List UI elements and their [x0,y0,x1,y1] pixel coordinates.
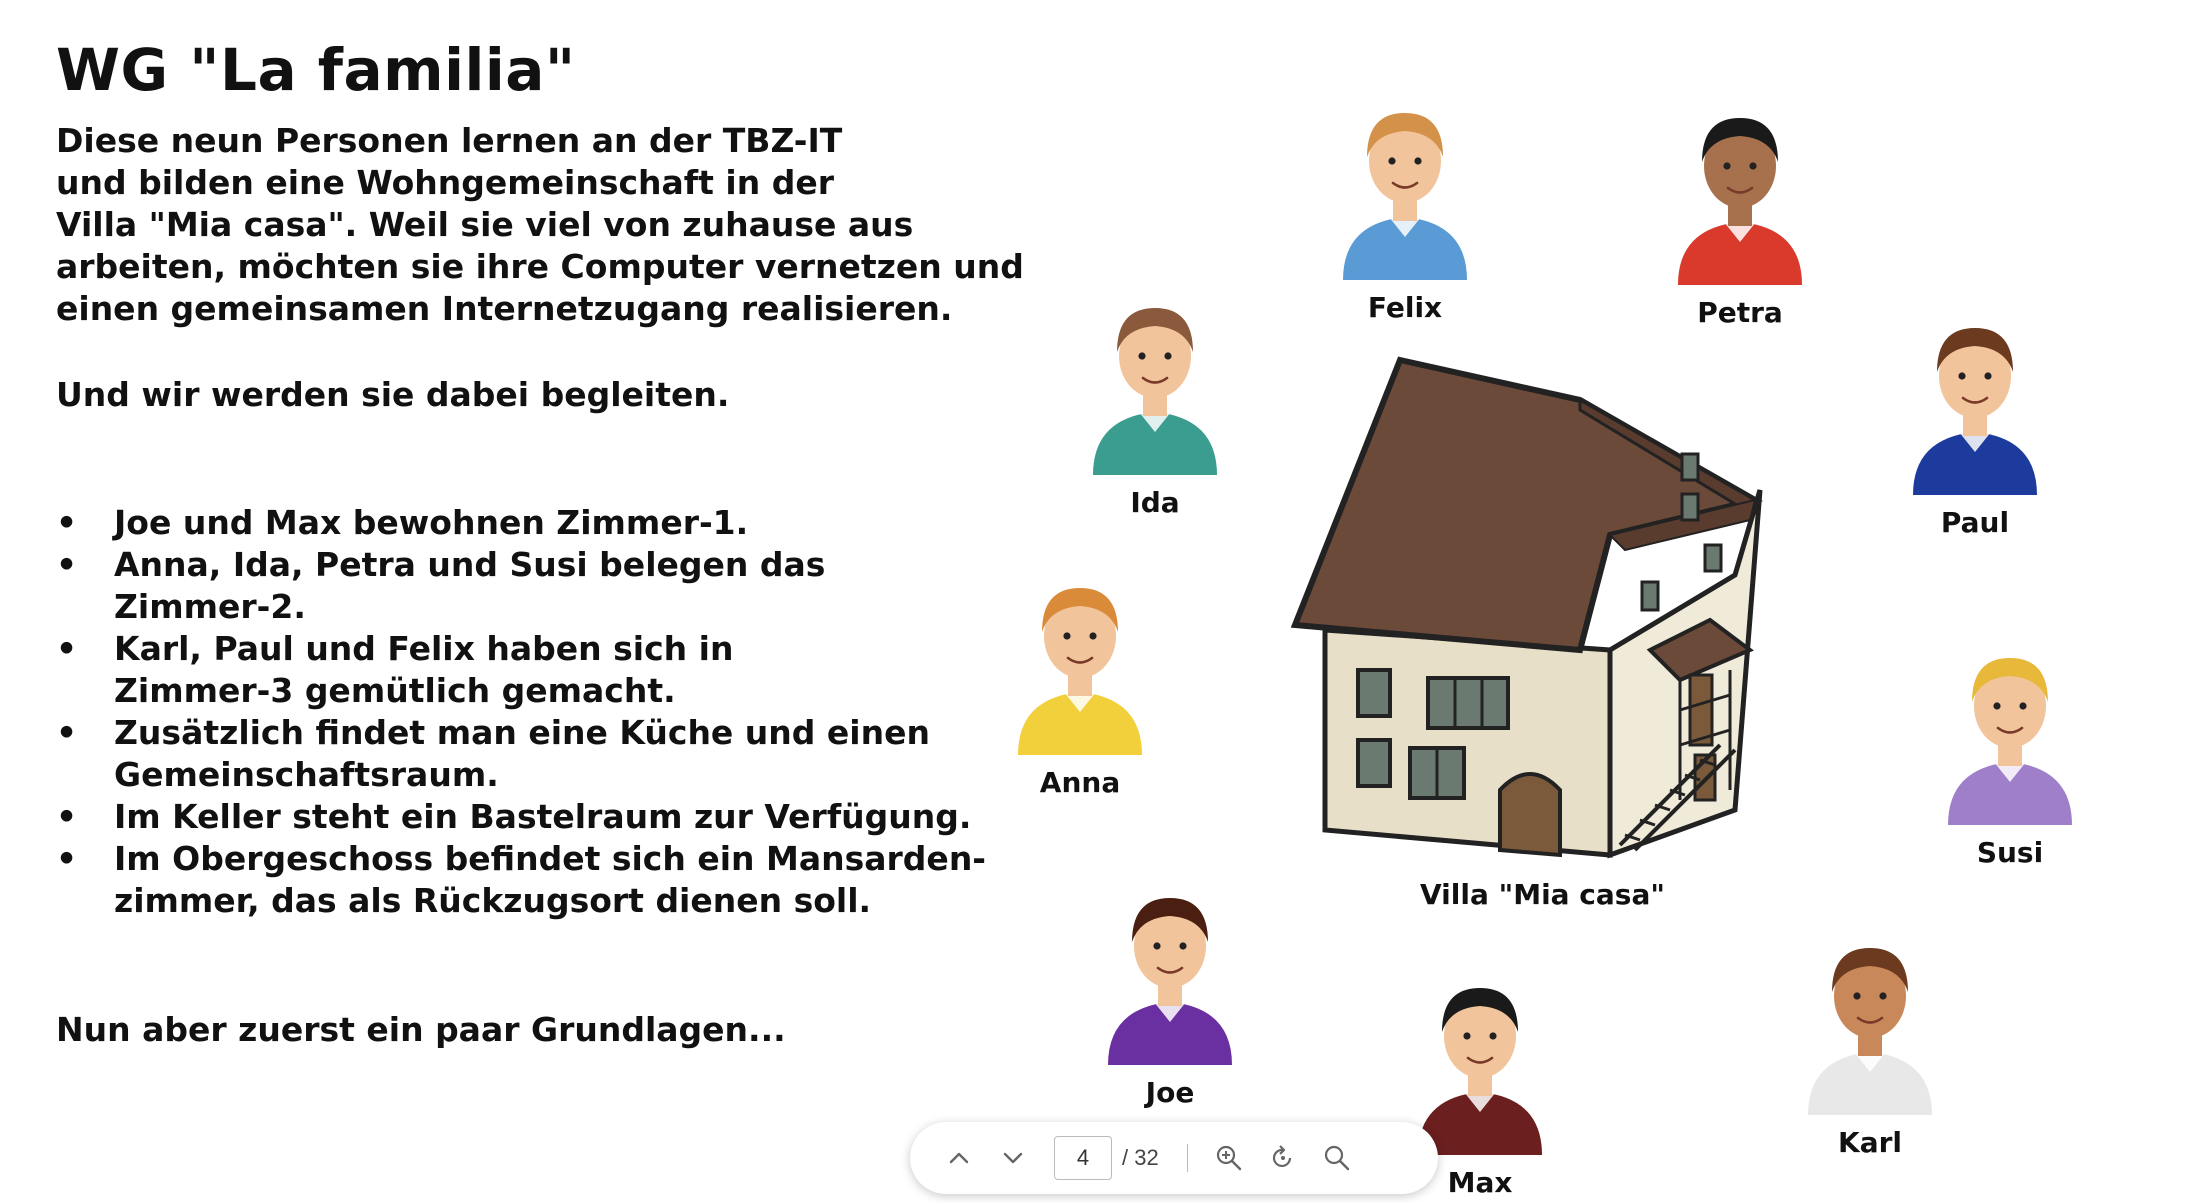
search-icon [1324,1145,1349,1171]
person-avatar-icon [1093,308,1217,475]
person-karl: Karl [1800,930,1940,1159]
intro-line: und bilden eine Wohngemeinschaft in der [56,163,834,202]
bullet-line: Karl, Paul und Felix haben sich in [114,629,734,668]
zoom-in-icon [1216,1145,1241,1171]
pdf-page-toolbar: / 32 [910,1122,1438,1194]
person-name: Susi [1976,836,2044,869]
closing-text: Nun aber zuerst ein paar Grundlagen... [56,1010,786,1049]
person-susi: Susi [1940,640,2080,869]
bullet-line: Gemeinschaftsraum. [114,755,499,794]
search-button[interactable] [1310,1131,1364,1185]
person-petra: Petra [1670,100,1810,329]
person-avatar-icon [1108,898,1232,1065]
intro-line: einen gemeinsamen Internetzugang realisi… [56,289,953,328]
person-avatar-icon [1948,658,2072,825]
bullet-item: • Im Obergeschoss befindet sich ein Mans… [56,838,987,922]
bullet-dot: • [56,839,78,878]
intro-line: arbeiten, möchten sie ihre Computer vern… [56,247,1024,286]
intro-line: Diese neun Personen lernen an der TBZ-IT [56,121,843,160]
bullet-dot: • [56,629,78,668]
bullet-line: Anna, Ida, Petra und Susi belegen das [114,545,826,584]
intro-paragraph: Diese neun Personen lernen an der TBZ-IT… [56,120,1024,330]
bullet-dot: • [56,503,78,542]
person-felix: Felix [1335,95,1475,324]
house-label: Villa "Mia casa" [1420,878,1665,911]
bullet-list: • Joe und Max bewohnen Zimmer-1. • Anna,… [56,502,987,922]
person-name: Ida [1130,486,1180,519]
next-page-button[interactable] [986,1131,1040,1185]
person-avatar-icon [1018,588,1142,755]
person-name: Petra [1697,296,1783,329]
bullet-line: Im Obergeschoss befindet sich ein Mansar… [114,839,987,878]
house-illustration [1280,350,1800,860]
bullet-line: Joe und Max bewohnen Zimmer-1. [114,503,749,542]
rotate-button[interactable] [1256,1131,1310,1185]
bullet-line: Im Keller steht ein Bastelraum zur Verfü… [114,797,972,836]
follow-text: Und wir werden sie dabei begleiten. [56,375,730,414]
page-total: / 32 [1122,1145,1159,1170]
intro-line: Villa "Mia casa". Weil sie viel von zuha… [56,205,914,244]
person-anna: Anna [1010,570,1150,799]
person-name: Joe [1145,1076,1195,1109]
person-avatar-icon [1678,118,1802,285]
illustration-scene: Villa "Mia casa" Felix Petra Ida Paul An… [980,70,2140,1199]
bullet-item: • Joe und Max bewohnen Zimmer-1. [56,502,956,544]
person-paul: Paul [1905,310,2045,539]
person-joe: Joe [1100,880,1240,1109]
person-avatar-icon [1418,988,1542,1155]
bullet-line: Zimmer-2. [114,587,306,626]
zoom-in-button[interactable] [1202,1131,1256,1185]
bullet-dot: • [56,545,78,584]
person-avatar-icon [1343,113,1467,280]
page-number-input[interactable] [1054,1136,1112,1180]
bullet-line: Zusätzlich findet man eine Küche und ein… [114,713,930,752]
chevron-up-icon [949,1152,969,1164]
person-name: Anna [1039,766,1121,799]
slide-title: WG "La familia" [56,36,576,104]
chevron-down-icon [1003,1152,1023,1164]
previous-page-button[interactable] [932,1131,986,1185]
house-icon [1290,356,1764,859]
bullet-dot: • [56,713,78,752]
toolbar-divider [1186,1144,1188,1172]
bullet-item: • Karl, Paul und Felix haben sich in Zim… [56,628,956,712]
bullet-line: zimmer, das als Rückzugsort dienen soll. [114,881,872,920]
bullet-item: • Zusätzlich findet man eine Küche und e… [56,712,956,796]
bullet-dot: • [56,797,78,836]
person-avatar-icon [1913,328,2037,495]
bullet-line: Zimmer-3 gemütlich gemacht. [114,671,676,710]
person-ida: Ida [1085,290,1225,519]
rotate-icon [1272,1145,1291,1167]
bullet-item: • Anna, Ida, Petra und Susi belegen das … [56,544,956,628]
person-name: Karl [1838,1126,1902,1159]
person-name: Paul [1940,506,2010,539]
bullet-item: • Im Keller steht ein Bastelraum zur Ver… [56,796,972,838]
person-avatar-icon [1808,948,1932,1115]
person-name: Felix [1367,291,1443,324]
